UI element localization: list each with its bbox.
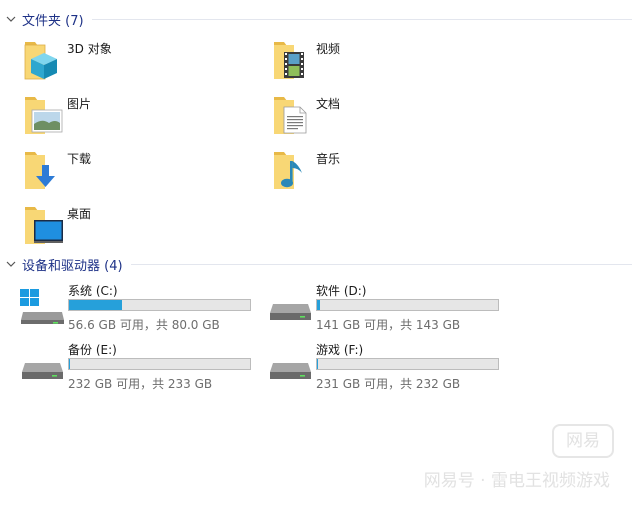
folder-item-desktop[interactable]: 桌面: [22, 204, 242, 250]
watermark-badge: 网易: [552, 424, 614, 458]
section-divider: [91, 18, 632, 20]
folders-section-header[interactable]: 文件夹 (7): [0, 8, 634, 30]
drive-usage-bar: [316, 358, 499, 370]
hard-drive-icon: [268, 345, 314, 383]
watermark-badge-text: 网易: [566, 431, 600, 451]
folder-item-videos[interactable]: 视频: [271, 39, 491, 85]
3d-objects-folder-icon: [22, 39, 66, 83]
chevron-down-icon[interactable]: [2, 255, 20, 273]
folder-label: 图片: [67, 97, 92, 111]
folder-label: 视频: [316, 42, 341, 56]
folder-item-downloads[interactable]: 下载: [22, 149, 242, 195]
documents-folder-icon: [271, 94, 315, 138]
desktop-folder-icon: [22, 204, 66, 248]
pictures-folder-icon: [22, 94, 66, 138]
drive-usage-fill: [69, 359, 70, 369]
drive-name: 备份 (E:): [68, 343, 117, 357]
watermark-text: 网易号 · 雷电王视频游戏: [423, 471, 610, 491]
folder-label: 音乐: [316, 152, 341, 166]
drive-name: 游戏 (F:): [316, 343, 364, 357]
windows-drive-icon: [20, 286, 66, 326]
downloads-folder-icon: [22, 149, 66, 193]
drive-usage-fill: [69, 300, 122, 310]
devices-section-header[interactable]: 设备和驱动器 (4): [0, 253, 634, 275]
folder-label: 3D 对象: [67, 42, 112, 56]
folder-item-3d-objects[interactable]: 3D 对象: [22, 39, 242, 85]
drive-usage-bar: [68, 358, 251, 370]
drive-item-c[interactable]: 系统 (C:) 56.6 GB 可用，共 80.0 GB: [20, 282, 260, 332]
drive-item-f[interactable]: 游戏 (F:) 231 GB 可用，共 232 GB: [268, 341, 508, 391]
drive-space-text: 56.6 GB 可用，共 80.0 GB: [68, 318, 220, 332]
drive-item-d[interactable]: 软件 (D:) 141 GB 可用，共 143 GB: [268, 282, 508, 332]
drive-name: 软件 (D:): [316, 284, 367, 298]
drive-usage-bar: [68, 299, 251, 311]
drive-usage-bar: [316, 299, 499, 311]
drive-usage-fill: [317, 359, 318, 369]
hard-drive-icon: [20, 345, 66, 383]
music-folder-icon: [271, 149, 315, 193]
drive-space-text: 141 GB 可用，共 143 GB: [316, 318, 461, 332]
section-divider: [130, 263, 632, 265]
section-title: 设备和驱动器 (4): [22, 258, 123, 274]
folder-item-music[interactable]: 音乐: [271, 149, 491, 195]
drive-item-e[interactable]: 备份 (E:) 232 GB 可用，共 233 GB: [20, 341, 260, 391]
drive-space-text: 232 GB 可用，共 233 GB: [68, 377, 213, 391]
drive-name: 系统 (C:): [68, 284, 118, 298]
folder-label: 桌面: [67, 207, 92, 221]
folder-item-documents[interactable]: 文档: [271, 94, 491, 140]
folder-item-pictures[interactable]: 图片: [22, 94, 242, 140]
chevron-down-icon[interactable]: [2, 10, 20, 28]
folder-label: 下载: [67, 152, 92, 166]
drive-usage-fill: [317, 300, 320, 310]
videos-folder-icon: [271, 39, 315, 83]
drive-space-text: 231 GB 可用，共 232 GB: [316, 377, 461, 391]
hard-drive-icon: [268, 286, 314, 324]
section-title: 文件夹 (7): [22, 13, 84, 29]
folder-label: 文档: [316, 97, 341, 111]
